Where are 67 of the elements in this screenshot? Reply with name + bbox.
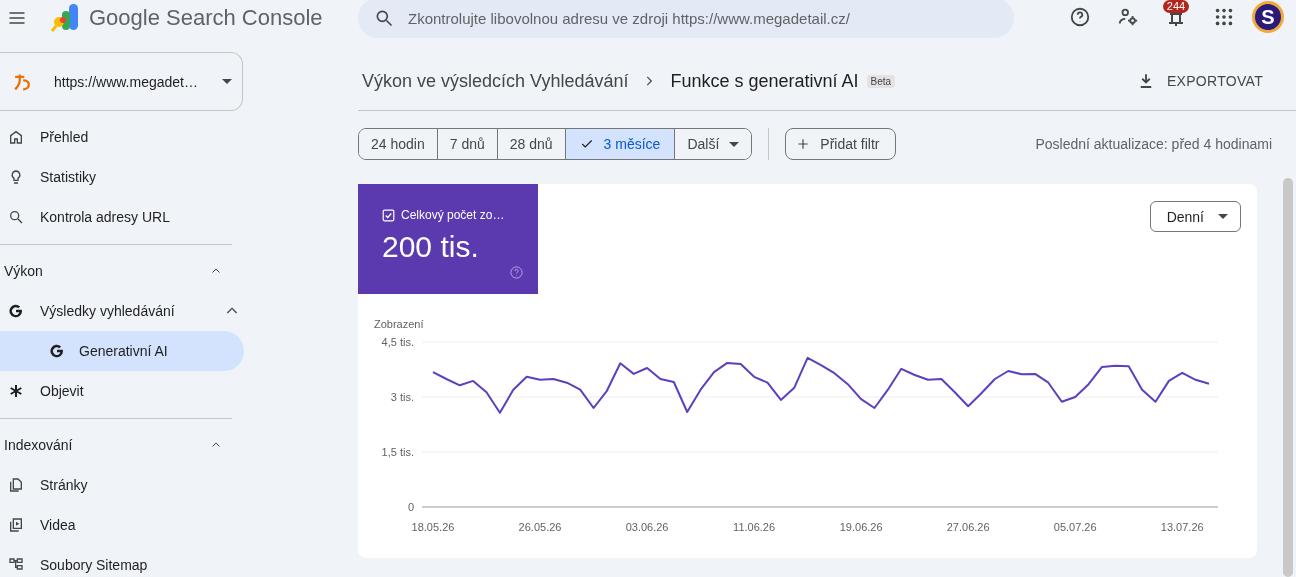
check-icon <box>579 137 594 151</box>
caret-icon <box>1218 214 1228 219</box>
breadcrumb-link[interactable]: Výkon ve výsledcích Vyhledávání <box>362 70 629 92</box>
nav-item[interactable]: Videa <box>0 505 244 545</box>
x-axis-label: 11.06.26 <box>733 521 776 533</box>
granularity-dropdown[interactable]: Denní <box>1149 201 1241 232</box>
y-axis-label: 0 <box>407 501 414 513</box>
add-filter-button[interactable]: Přidat filtr <box>785 128 897 160</box>
g-logo-icon <box>8 303 24 319</box>
nav-item[interactable]: Výsledky vyhledávání <box>0 291 244 331</box>
sitemap-icon <box>8 557 24 573</box>
page-title: Funkce s generativní AI <box>670 70 859 92</box>
section-header[interactable]: Indexování <box>0 425 232 465</box>
section-title: Výkon <box>4 263 43 279</box>
search-bar[interactable]: Zkontrolujte libovolnou adresu ve zdroji https://www.megadetail.cz/ <box>358 0 1014 38</box>
y-axis-label: 3 tis. <box>390 391 414 403</box>
x-axis-label: 18.05.26 <box>411 521 455 533</box>
nav-item[interactable]: Soubory Sitemap <box>0 545 244 577</box>
home-icon <box>8 129 24 145</box>
user-settings-icon[interactable] <box>1117 6 1139 28</box>
notification-count: 244 <box>1162 0 1190 13</box>
video-icon <box>8 517 24 533</box>
date-range-tab[interactable]: 3 měsíce <box>565 129 676 159</box>
help-icon <box>509 265 524 280</box>
y-axis-title: Zobrazení <box>374 318 424 330</box>
y-axis-label: 4,5 tis. <box>381 336 414 348</box>
nav-item[interactable]: Generativní AI <box>0 331 244 371</box>
scrollbar[interactable] <box>1283 178 1293 577</box>
nav-item[interactable]: Objevit <box>0 371 244 411</box>
beta-tag: Beta <box>866 74 896 88</box>
metric-value: 200 tis. <box>382 230 480 264</box>
x-axis-label: 26.05.26 <box>518 521 562 533</box>
x-axis-label: 03.06.26 <box>625 521 669 533</box>
x-axis-label: 13.07.26 <box>1160 521 1204 533</box>
search-console-logo <box>49 2 81 34</box>
section-header[interactable]: Výkon <box>0 251 232 291</box>
last-update-text: Poslední aktualizace: před 4 hodinami <box>1035 136 1272 152</box>
apps-icon[interactable] <box>1213 6 1235 28</box>
asterisk-icon <box>8 383 24 399</box>
search-field[interactable]: Zkontrolujte libovolnou adresu ve zdroji https://www.megadetail.cz/ <box>406 8 1014 28</box>
bell-icon[interactable] <box>1167 13 1185 27</box>
date-range-tab[interactable]: 24 hodin <box>359 129 438 159</box>
app-title: Google Search Console <box>89 5 323 31</box>
x-axis-label: 19.06.26 <box>839 521 883 533</box>
pages-icon <box>8 477 24 493</box>
g-logo-icon <box>49 343 65 359</box>
y-axis-label: 1,5 tis. <box>381 446 414 458</box>
help-icon[interactable] <box>1069 6 1091 28</box>
x-axis-label: 05.07.26 <box>1053 521 1097 533</box>
nav-item[interactable]: Statistiky <box>0 157 244 197</box>
metric-label: Celkový počet zo… <box>401 208 505 222</box>
search-icon <box>374 8 394 28</box>
checkbox[interactable] <box>382 208 395 222</box>
caret-icon <box>221 79 232 84</box>
avatar[interactable]: S <box>1252 1 1284 33</box>
caret-icon <box>729 141 740 147</box>
search-icon <box>8 209 24 225</box>
nav-item[interactable]: Přehled <box>0 117 244 157</box>
nav-item[interactable]: Kontrola adresy URL <box>0 197 244 237</box>
property-selector[interactable]: https://www.megadet… <box>0 52 243 111</box>
nav-item[interactable]: Stránky <box>0 465 244 505</box>
section-title: Indexování <box>4 437 73 453</box>
site-favicon-icon <box>14 72 30 91</box>
export-button[interactable]: EXPORTOVAT <box>1136 66 1263 96</box>
x-axis-label: 27.06.26 <box>946 521 990 533</box>
plus-icon <box>796 137 811 151</box>
metric-tile[interactable]: Celkový počet zo… 200 tis. <box>358 184 538 294</box>
